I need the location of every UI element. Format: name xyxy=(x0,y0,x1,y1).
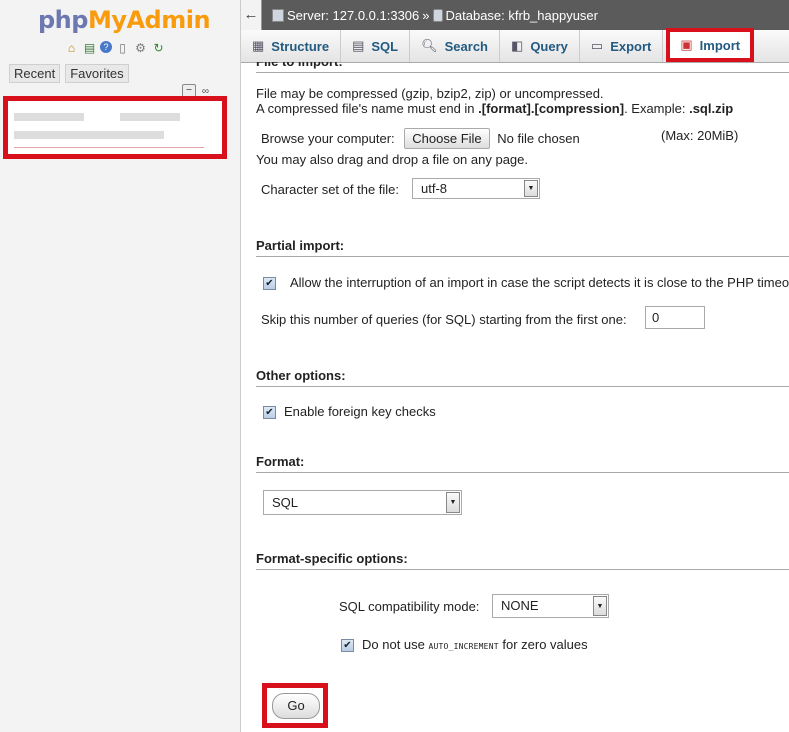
sidebar-icon-row: ⌂ ▤ ? ▯ ⚙ ↻ xyxy=(64,41,166,56)
tab-sql[interactable]: ▤ SQL xyxy=(341,30,411,62)
tab-label: Search xyxy=(444,38,489,54)
favorites-tab[interactable]: Favorites xyxy=(65,64,129,83)
import-form: File to import: File may be compressed (… xyxy=(256,62,789,732)
section-heading-file-to-import: File to import: xyxy=(256,62,789,73)
browse-label: Browse your computer: xyxy=(261,131,395,146)
tab-label: Import xyxy=(699,37,741,53)
charset-value: utf-8 xyxy=(421,181,448,196)
tab-export[interactable]: ▭ Export xyxy=(580,30,664,62)
phpmyadmin-logo[interactable]: phpMyAdmin xyxy=(38,6,211,34)
database-icon xyxy=(432,8,443,22)
no-file-chosen-text: No file chosen xyxy=(497,131,580,146)
compression-note: File may be compressed (gzip, bzip2, zip… xyxy=(256,86,604,101)
max-size-label: (Max: 20MiB) xyxy=(661,128,739,143)
compat-mode-select[interactable]: NONE ▼ xyxy=(492,594,609,618)
charset-label: Character set of the file: xyxy=(261,182,400,197)
auto-increment-label-suffix: for zero values xyxy=(498,637,588,652)
navigation-sidebar: phpMyAdmin ⌂ ▤ ? ▯ ⚙ ↻ Recent Favorites … xyxy=(0,0,241,732)
help-icon[interactable]: ? xyxy=(100,41,112,53)
compression-note-line2: A compressed file's name must end in .[f… xyxy=(256,101,734,116)
tab-import[interactable]: ▣ Import xyxy=(666,28,755,62)
allow-interrupt-label: Allow the interruption of an import in c… xyxy=(290,275,789,290)
skip-queries-label: Skip this number of queries (for SQL) st… xyxy=(261,312,627,327)
allow-interrupt-row: ✔ Allow the interruption of an import in … xyxy=(263,275,789,291)
search-icon: 🔍︎ xyxy=(421,38,438,53)
tree-underline xyxy=(14,147,204,148)
recent-favorites-tabs: Recent Favorites xyxy=(9,64,129,83)
fk-checks-label: Enable foreign key checks xyxy=(284,404,436,419)
tab-query[interactable]: ◧ Query xyxy=(500,30,580,62)
import-icon: ▣ xyxy=(680,37,693,52)
choose-file-button[interactable]: Choose File xyxy=(404,128,490,149)
breadcrumb-database[interactable]: Database: kfrb_happyuser xyxy=(446,8,598,23)
export-icon: ▭ xyxy=(590,38,604,53)
chevron-down-icon: ▼ xyxy=(446,492,460,513)
redacted-tree-item xyxy=(14,131,164,139)
fk-checks-checkbox[interactable]: ✔ xyxy=(263,406,276,420)
go-button-highlight: Go xyxy=(262,683,328,728)
main-tabs: ▦ Structure ▤ SQL 🔍︎ Search ◧ Query ▭ Export … xyxy=(241,28,789,63)
browse-row: Browse your computer: Choose File No fil… xyxy=(261,128,580,149)
auto-increment-checkbox[interactable]: ✔ xyxy=(341,639,354,653)
structure-icon: ▦ xyxy=(252,38,265,53)
server-icon xyxy=(272,8,284,22)
query-icon: ◧ xyxy=(511,38,524,53)
sql-icon: ▤ xyxy=(352,38,365,53)
format-select[interactable]: SQL ▼ xyxy=(263,490,462,515)
auto-increment-code: AUTO_INCREMENT xyxy=(428,642,499,651)
compat-mode-label: SQL compatibility mode: xyxy=(339,599,480,614)
chevron-down-icon: ▼ xyxy=(524,180,538,197)
tab-search[interactable]: 🔍︎ Search xyxy=(410,30,501,62)
auto-increment-row: ✔ Do not use AUTO_INCREMENT for zero valu… xyxy=(341,637,588,653)
fk-checks-row: ✔ Enable foreign key checks xyxy=(263,404,436,420)
breadcrumb-server[interactable]: Server: 127.0.0.1:3306 xyxy=(287,8,419,23)
allow-interrupt-checkbox[interactable]: ✔ xyxy=(263,277,276,291)
tab-label: Query xyxy=(530,38,568,54)
redacted-tree-item xyxy=(120,113,180,121)
chevron-down-icon: ▼ xyxy=(593,596,607,616)
section-heading-format: Format: xyxy=(256,454,789,473)
tab-label: Structure xyxy=(271,38,330,54)
settings-icon[interactable]: ⚙ xyxy=(133,41,148,56)
section-heading-partial-import: Partial import: xyxy=(256,238,789,257)
database-tree-highlighted[interactable] xyxy=(3,96,227,159)
docs-icon[interactable]: ▯ xyxy=(115,41,130,56)
tab-structure[interactable]: ▦ Structure xyxy=(241,30,342,62)
home-icon[interactable]: ⌂ xyxy=(64,41,79,56)
section-heading-format-specific: Format-specific options: xyxy=(256,551,789,570)
charset-select[interactable]: utf-8 ▼ xyxy=(412,178,540,199)
compat-mode-value: NONE xyxy=(501,598,539,613)
exit-icon[interactable]: ▤ xyxy=(82,41,97,56)
auto-increment-label-prefix: Do not use xyxy=(362,637,429,652)
redacted-tree-item xyxy=(14,113,84,121)
sidebar-splitter[interactable] xyxy=(240,0,241,732)
section-heading-other-options: Other options: xyxy=(256,368,789,387)
go-button[interactable]: Go xyxy=(272,693,320,719)
tab-label: Export xyxy=(610,38,652,54)
format-value: SQL xyxy=(272,495,299,510)
skip-queries-input[interactable]: 0 xyxy=(645,306,705,329)
reload-icon[interactable]: ↻ xyxy=(151,41,166,56)
breadcrumb-separator: » xyxy=(422,7,430,23)
collapse-sidebar-arrow-icon[interactable]: ← xyxy=(241,0,262,30)
breadcrumb-bar: ← Server: 127.0.0.1:3306 » Database: kfr… xyxy=(241,0,789,30)
recent-tab[interactable]: Recent xyxy=(9,64,61,83)
drag-drop-note: You may also drag and drop a file on any… xyxy=(256,152,528,167)
breadcrumb: Server: 127.0.0.1:3306 » Database: kfrb_… xyxy=(262,8,598,23)
tab-label: SQL xyxy=(371,38,399,54)
